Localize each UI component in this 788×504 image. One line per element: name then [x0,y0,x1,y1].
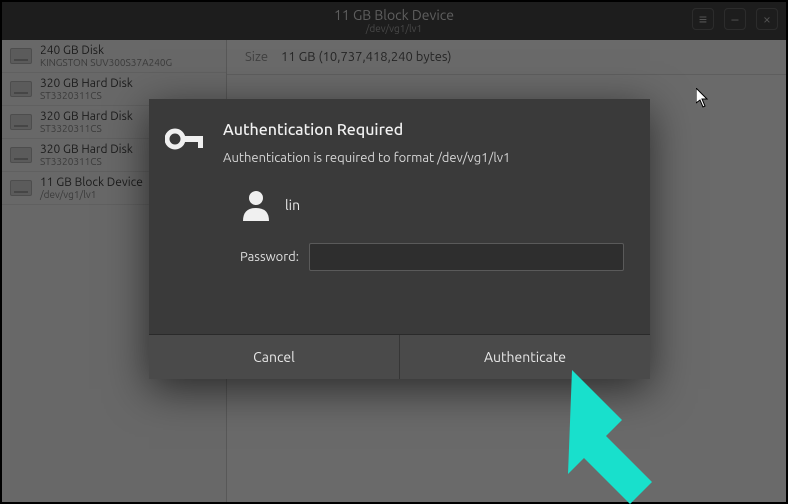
cancel-button[interactable]: Cancel [149,335,400,379]
dialog-title: Authentication Required [223,121,624,139]
authenticate-button[interactable]: Authenticate [400,335,650,379]
auth-dialog: Authentication Required Authentication i… [149,99,650,379]
user-icon [241,189,271,221]
key-icon [165,125,205,153]
dialog-message: Authentication is required to format /de… [223,151,624,165]
password-label: Password: [221,250,299,264]
password-input[interactable] [309,243,624,271]
dialog-username: lin [285,197,300,213]
